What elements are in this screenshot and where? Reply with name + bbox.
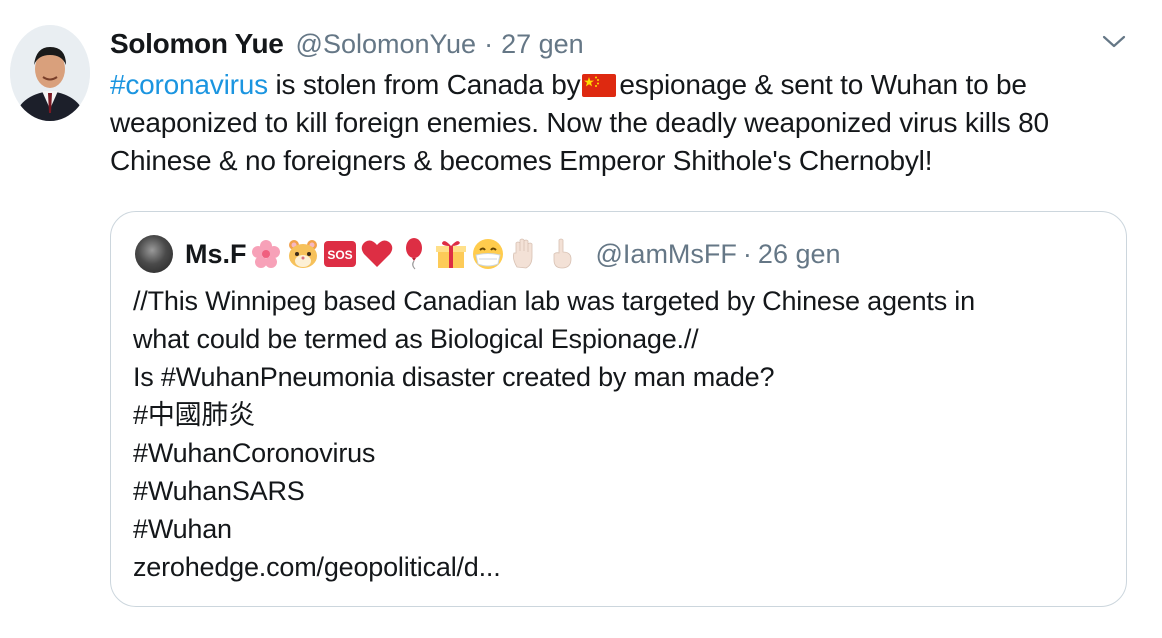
quoted-text-line: #Wuhan xyxy=(133,514,232,544)
tweet-text-part1: is stolen from Canada by xyxy=(267,69,581,100)
index-pointing-up-icon xyxy=(553,238,571,269)
quoted-text-line: #WuhanCoronovirus xyxy=(133,438,376,468)
tweet-header: Solomon Yue @SolomonYue · 27 gen xyxy=(110,28,584,62)
svg-text:SOS: SOS xyxy=(327,248,352,262)
quoted-tweet-text: //This Winnipeg based Canadian lab was t… xyxy=(133,282,1113,586)
gift-icon xyxy=(435,241,466,268)
quoted-text-line: //This Winnipeg based Canadian lab was t… xyxy=(133,286,975,316)
header-separator: · xyxy=(484,29,494,59)
quoted-text-line: #中國肺炎 xyxy=(133,400,256,430)
quoted-author-handle: @IamMsFF xyxy=(595,238,737,269)
author-name[interactable]: Solomon Yue xyxy=(110,28,284,60)
tweet-text: #coronavirus is stolen from Canada by esp… xyxy=(110,66,1120,180)
red-heart-icon xyxy=(361,240,392,267)
balloon-icon xyxy=(405,238,422,270)
hashtag-link[interactable]: #coronavirus xyxy=(110,69,268,100)
face-with-mask-icon xyxy=(472,239,503,269)
author-avatar[interactable] xyxy=(10,25,90,121)
quoted-timestamp: 26 gen xyxy=(757,238,841,269)
tweet-timestamp[interactable]: 27 gen xyxy=(501,29,584,60)
sos-button-icon: SOS xyxy=(323,241,356,267)
quoted-tweet-header: Ms.F SOS @IamMsFF · 26 gen xyxy=(185,234,841,274)
quoted-link: zerohedge.com/geopolitical/d... xyxy=(133,552,501,582)
quoted-author-name: Ms.F xyxy=(185,238,247,269)
raised-hand-icon xyxy=(512,238,532,269)
quoted-text-line: what could be termed as Biological Espio… xyxy=(133,324,699,354)
hamster-face-icon xyxy=(288,240,317,268)
quoted-header-separator: · xyxy=(742,238,752,269)
author-handle[interactable]: @SolomonYue xyxy=(296,29,477,60)
chevron-down-icon[interactable] xyxy=(1097,32,1131,52)
name-emoji-row: SOS xyxy=(249,237,582,271)
quoted-author-avatar xyxy=(135,235,173,273)
china-flag-icon xyxy=(582,69,617,97)
quoted-text-line: #WuhanSARS xyxy=(133,476,305,506)
quoted-tweet-card[interactable]: Ms.F SOS @IamMsFF · 26 gen //This Winnip… xyxy=(110,211,1127,607)
quoted-text-line: Is #WuhanPneumonia disaster created by m… xyxy=(133,362,775,392)
cherry-blossom-icon xyxy=(251,240,280,268)
